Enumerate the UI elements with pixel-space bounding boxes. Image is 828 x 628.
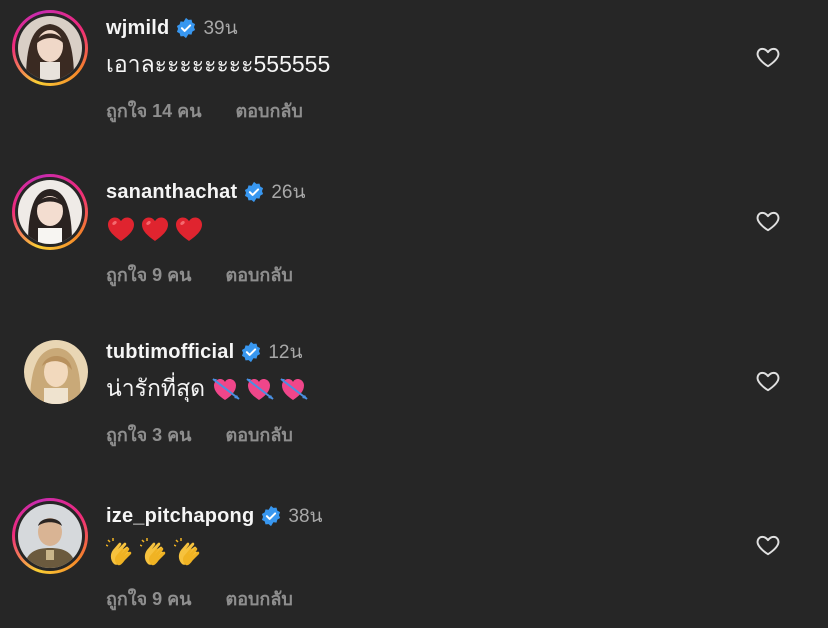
comment-item: sananthachat 26น ถูกใจ 9 คน ตอบกลับ bbox=[0, 174, 828, 304]
comment-item: wjmild 39น เอาละะะะะะะะ555555 ถูกใจ 14 ค… bbox=[0, 10, 828, 140]
avatar bbox=[18, 504, 82, 568]
like-heart-icon[interactable] bbox=[755, 368, 781, 394]
comment-text-body: น่ารักที่สุด bbox=[106, 375, 206, 401]
verified-badge-icon bbox=[175, 17, 197, 39]
verified-badge-icon bbox=[260, 505, 282, 527]
comment-text bbox=[106, 212, 204, 246]
comment-item: ize_pitchapong 38น ถูกใจ 9 คน ตอบกลับ bbox=[0, 498, 828, 628]
reply-button[interactable]: ตอบกลับ bbox=[236, 96, 303, 125]
comment-username[interactable]: sananthachat bbox=[106, 181, 237, 204]
comment-text bbox=[106, 536, 204, 570]
avatar bbox=[18, 180, 82, 244]
comment-username[interactable]: ize_pitchapong bbox=[106, 505, 254, 528]
likes-count[interactable]: ถูกใจ 3 คน bbox=[106, 420, 192, 449]
comment-username[interactable]: wjmild bbox=[106, 17, 169, 40]
likes-count[interactable]: ถูกใจ 14 คน bbox=[106, 96, 202, 125]
reply-button[interactable]: ตอบกลับ bbox=[226, 260, 293, 289]
avatar-story-ring[interactable] bbox=[12, 10, 88, 86]
avatar-wrapper[interactable] bbox=[12, 334, 88, 410]
comment-text: เอาละะะะะะะะ555555 bbox=[106, 51, 331, 77]
avatar bbox=[24, 340, 88, 404]
comment-timestamp: 39น bbox=[203, 18, 238, 39]
clapping-hands-icon bbox=[174, 538, 200, 566]
likes-count[interactable]: ถูกใจ 9 คน bbox=[106, 584, 192, 613]
like-heart-icon[interactable] bbox=[755, 44, 781, 70]
comment-text: น่ารักที่สุด bbox=[106, 372, 309, 406]
verified-badge-icon bbox=[240, 341, 262, 363]
like-heart-icon[interactable] bbox=[755, 208, 781, 234]
like-heart-icon[interactable] bbox=[755, 532, 781, 558]
heart-with-arrow-icon bbox=[280, 378, 308, 400]
comment-timestamp: 12น bbox=[268, 342, 303, 363]
likes-count[interactable]: ถูกใจ 9 คน bbox=[106, 260, 192, 289]
comment-timestamp: 26น bbox=[271, 182, 306, 203]
avatar-story-ring[interactable] bbox=[12, 174, 88, 250]
verified-badge-icon bbox=[243, 181, 265, 203]
heart-with-arrow-icon bbox=[246, 378, 274, 400]
red-heart-icon bbox=[108, 217, 134, 241]
reply-button[interactable]: ตอบกลับ bbox=[226, 420, 293, 449]
comment-username[interactable]: tubtimofficial bbox=[106, 341, 234, 364]
red-heart-icon bbox=[176, 217, 202, 241]
reply-button[interactable]: ตอบกลับ bbox=[226, 584, 293, 613]
comment-timestamp: 38น bbox=[288, 506, 323, 527]
avatar bbox=[18, 16, 82, 80]
comment-item: tubtimofficial 12น น่ารักที่สุด ถูกใจ 3 … bbox=[0, 334, 828, 464]
clapping-hands-icon bbox=[140, 538, 166, 566]
avatar-story-ring[interactable] bbox=[12, 498, 88, 574]
heart-with-arrow-icon bbox=[212, 378, 240, 400]
red-heart-icon bbox=[142, 217, 168, 241]
clapping-hands-icon bbox=[106, 538, 132, 566]
